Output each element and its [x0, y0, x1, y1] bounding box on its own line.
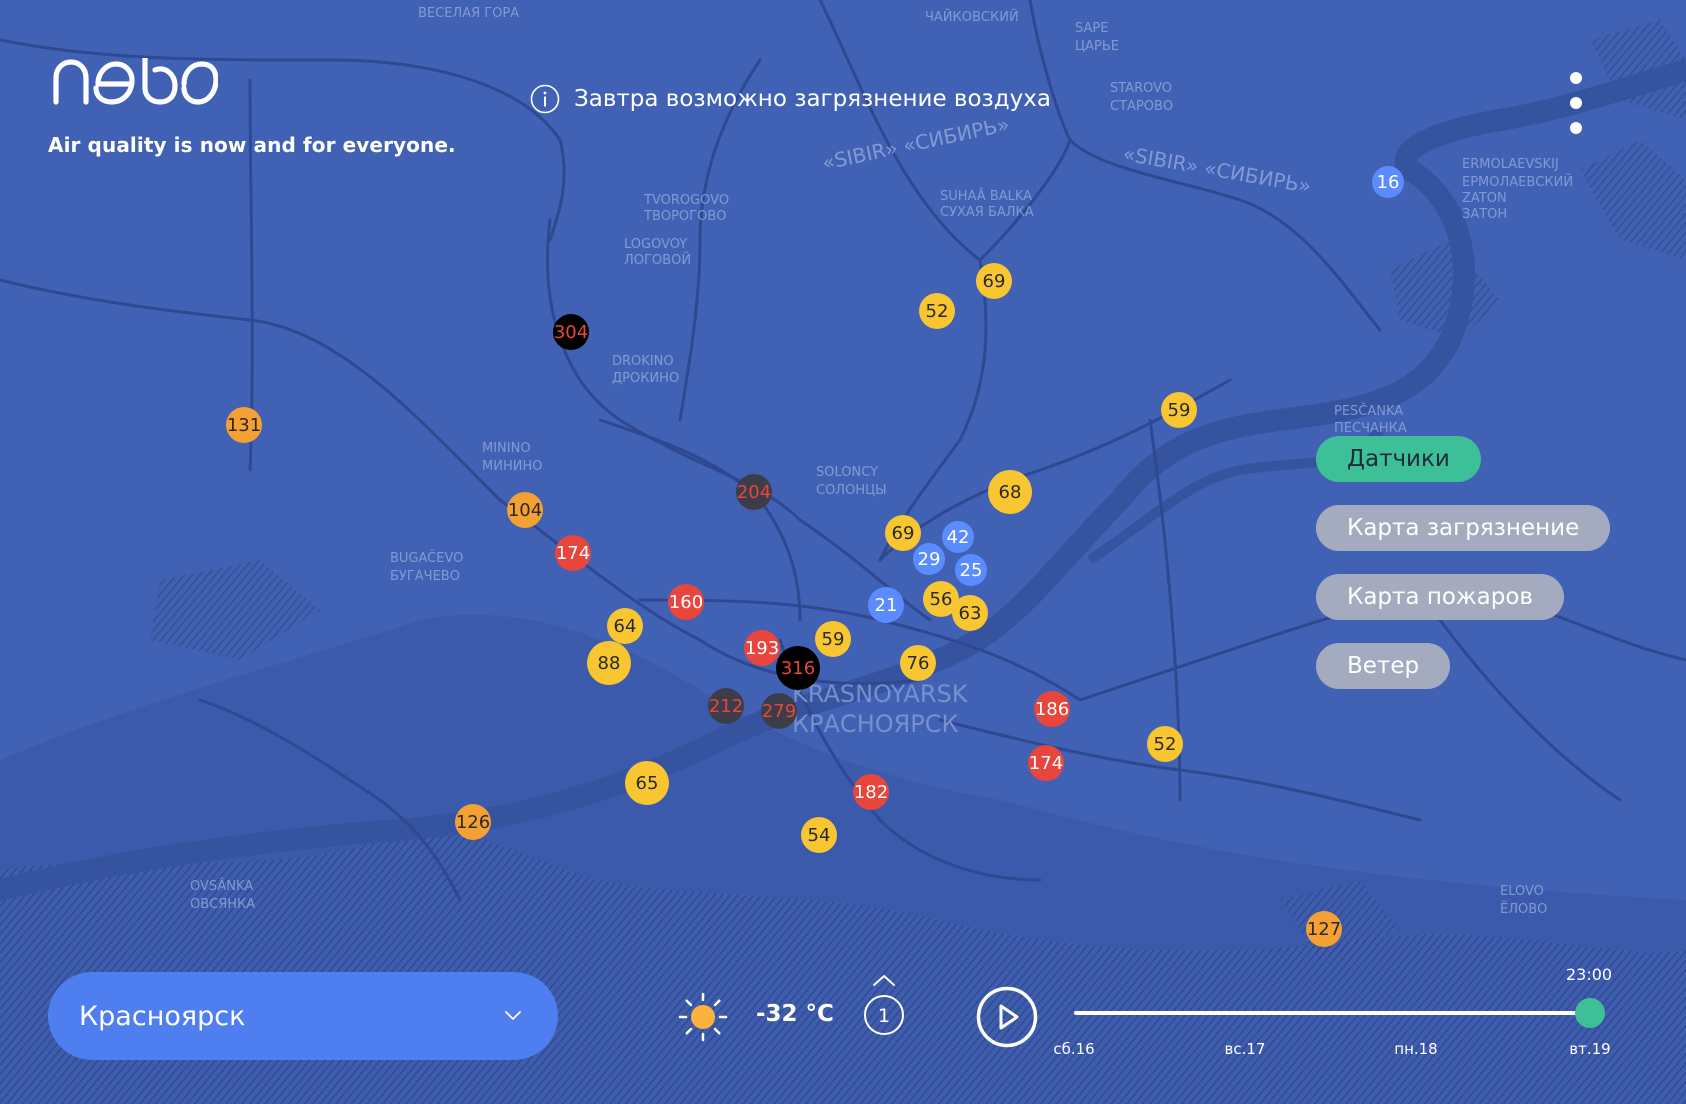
layer-wind-button[interactable]: Ветер — [1316, 643, 1451, 689]
timeline-handle[interactable] — [1575, 998, 1605, 1028]
map-label: STAROVO — [1110, 81, 1172, 96]
map-label: ELOVO — [1500, 884, 1544, 899]
map-canvas[interactable]: ВЕСЕЛАЯ ГОРА ЧАЙКОВСКИЙ SAPE ЦАРЬЕ STARO… — [0, 0, 1686, 1104]
sensor-marker[interactable]: 52 — [1147, 726, 1183, 762]
map-label: ZATON — [1462, 191, 1507, 206]
map-label: BUGAČEVO — [390, 550, 463, 566]
map-label: ДРОКИНО — [612, 371, 679, 386]
map-label: KRASNOYARSK — [792, 680, 969, 708]
map-label: ЦАРЬЕ — [1075, 39, 1119, 54]
sensor-marker[interactable]: 193 — [744, 630, 780, 666]
timeline-track[interactable] — [1074, 1011, 1590, 1015]
tagline: Air quality is now and for everyone. — [48, 133, 456, 157]
city-selector[interactable]: Красноярск — [48, 972, 558, 1060]
map-label: SOLONCY — [816, 465, 878, 480]
map-label: ПЕСЧАНКА — [1334, 421, 1407, 436]
more-menu-button[interactable] — [1562, 72, 1590, 134]
map-screen: ВЕСЕЛАЯ ГОРА ЧАЙКОВСКИЙ SAPE ЦАРЬЕ STARO… — [0, 0, 1686, 1104]
sensor-marker[interactable]: 279 — [761, 693, 797, 729]
sensor-marker[interactable]: 104 — [507, 492, 543, 528]
map-label: ВЕСЕЛАЯ ГОРА — [418, 6, 519, 21]
sensor-marker[interactable]: 174 — [555, 535, 591, 571]
sensor-marker[interactable]: 68 — [988, 470, 1032, 514]
sensor-marker[interactable]: 127 — [1306, 911, 1342, 947]
sensor-marker[interactable]: 42 — [942, 521, 974, 553]
sensor-marker[interactable]: 76 — [900, 645, 936, 681]
timeline-day: пн.18 — [1394, 1040, 1438, 1058]
layer-sensors-button[interactable]: Датчики — [1316, 436, 1481, 482]
city-name: Красноярск — [79, 1000, 246, 1032]
sensor-marker[interactable]: 29 — [913, 543, 945, 575]
sensor-marker[interactable]: 59 — [1161, 392, 1197, 428]
forecast-toggle[interactable]: 1 — [862, 972, 906, 1042]
map-label: DROKINO — [612, 354, 674, 369]
map-label: SUHAÂ BALKA — [940, 188, 1032, 204]
sensor-marker[interactable]: 69 — [976, 263, 1012, 299]
timeline-day: вс.17 — [1224, 1040, 1266, 1058]
chevron-down-icon — [505, 1011, 521, 1020]
sensor-marker[interactable]: 16 — [1372, 166, 1404, 198]
timeline-day: вт.19 — [1569, 1040, 1611, 1058]
map-label: СОЛОНЦЫ — [816, 483, 887, 498]
map-label: MININO — [482, 441, 531, 456]
pollution-notice: Завтра возможно загрязнение воздуха — [530, 84, 1051, 114]
map-label: КРАСНОЯРСК — [792, 710, 959, 738]
sensor-marker[interactable]: 182 — [853, 774, 889, 810]
map-label: СУХАЯ БАЛКА — [940, 205, 1034, 220]
sensor-marker[interactable]: 186 — [1034, 691, 1070, 727]
dot-icon — [1570, 97, 1582, 109]
chevron-up-icon — [873, 975, 895, 986]
sensor-marker[interactable]: 126 — [455, 804, 491, 840]
sensor-marker[interactable]: 131 — [226, 407, 262, 443]
map-label: ERMOLAEVSKIJ — [1462, 157, 1559, 172]
map-label: LOGOVOY — [624, 237, 687, 252]
map-label: БУГАЧЕВО — [390, 569, 460, 584]
notice-text: Завтра возможно загрязнение воздуха — [574, 86, 1052, 112]
sensor-marker[interactable]: 65 — [625, 761, 669, 805]
sensor-marker[interactable]: 54 — [801, 817, 837, 853]
map-label: СТАРОВО — [1110, 99, 1173, 114]
layer-pollution-map-button[interactable]: Карта загрязнение — [1316, 505, 1611, 551]
map-label: ЕРМОЛАЕВСКИЙ — [1462, 174, 1573, 190]
info-icon[interactable] — [530, 84, 560, 114]
play-button[interactable] — [976, 986, 1038, 1048]
map-label: ТВОРОГОВО — [643, 209, 726, 224]
timeline-day: сб.16 — [1053, 1040, 1095, 1058]
sensor-marker[interactable]: 59 — [815, 621, 851, 657]
map-label: ОВСЯНКА — [190, 897, 255, 912]
sun-icon — [678, 992, 728, 1042]
sensor-marker[interactable]: 174 — [1028, 745, 1064, 781]
sensor-marker[interactable]: 64 — [607, 608, 643, 644]
sensor-marker[interactable]: 25 — [955, 554, 987, 586]
sensor-marker[interactable]: 160 — [668, 584, 704, 620]
sensor-marker[interactable]: 52 — [919, 293, 955, 329]
sensor-marker[interactable]: 304 — [553, 314, 589, 350]
sensor-marker[interactable]: 88 — [587, 641, 631, 685]
sensor-marker[interactable]: 212 — [708, 688, 744, 724]
sensor-marker[interactable]: 316 — [776, 646, 820, 690]
forecast-count: 1 — [878, 1005, 890, 1027]
dot-icon — [1570, 72, 1582, 84]
map-label: TVOROGOVO — [643, 193, 729, 208]
timeline-time: 23:00 — [1566, 965, 1613, 984]
map-label: МИНИНО — [482, 459, 542, 474]
dot-icon — [1570, 122, 1582, 134]
play-icon — [999, 1004, 1019, 1030]
layer-fires-map-button[interactable]: Карта пожаров — [1316, 574, 1564, 620]
sensor-marker[interactable]: 204 — [736, 474, 772, 510]
map-label: PESČANKA — [1334, 403, 1403, 419]
map-label: SAPE — [1075, 21, 1108, 36]
sensor-marker[interactable]: 69 — [885, 515, 921, 551]
temperature: -32 °C — [756, 1001, 834, 1027]
nebo-logo — [53, 58, 218, 105]
sensor-marker[interactable]: 63 — [952, 595, 988, 631]
map-label: ЗАТОН — [1462, 207, 1507, 222]
map-label: OVSÂNKA — [190, 878, 253, 894]
map-label: ЧАЙКОВСКИЙ — [925, 9, 1019, 25]
map-label: ЁЛОВО — [1500, 901, 1547, 917]
sensor-marker[interactable]: 21 — [868, 587, 904, 623]
map-label: ЛОГОВОЙ — [624, 252, 691, 268]
